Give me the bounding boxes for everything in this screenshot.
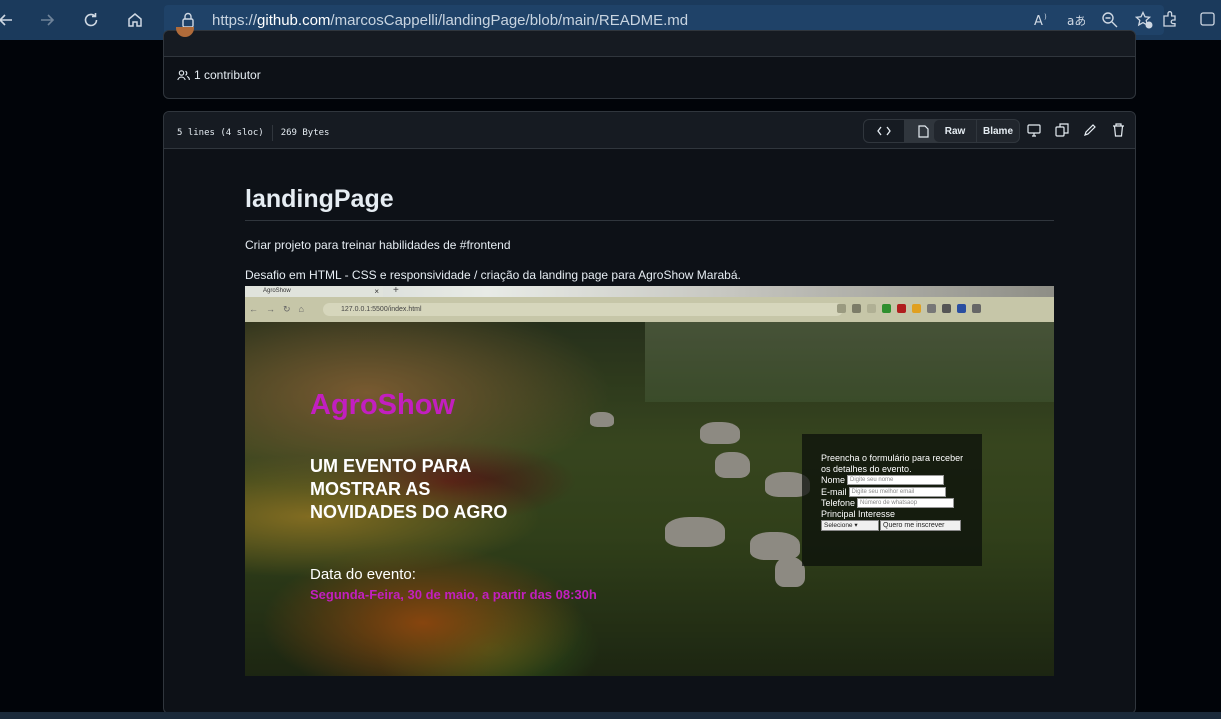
svg-text:A: A bbox=[1034, 14, 1043, 28]
screenshot-tab-close: × bbox=[374, 287, 379, 296]
blame-button[interactable]: Blame bbox=[976, 120, 1019, 142]
readme-title: landingPage bbox=[245, 185, 1054, 221]
delete-icon[interactable] bbox=[1110, 122, 1126, 138]
file-viewer: 5 lines (4 sloc) 269 Bytes Raw Blame lan… bbox=[163, 111, 1136, 714]
contributors-label: 1 contributor bbox=[194, 68, 261, 82]
people-icon bbox=[177, 69, 190, 80]
collections-icon[interactable] bbox=[1198, 10, 1218, 28]
screenshot-url: 127.0.0.1:5500/index.html bbox=[323, 303, 843, 316]
form-intro: Preencha o formulário para receber os de… bbox=[821, 453, 964, 474]
event-date-value: Segunda-Feira, 30 de maio, a partir das … bbox=[310, 587, 597, 602]
favorite-icon[interactable] bbox=[1134, 11, 1154, 29]
screenshot-extension-icons bbox=[837, 304, 981, 313]
extensions-icon[interactable] bbox=[1160, 10, 1180, 28]
commit-strip bbox=[164, 27, 1135, 57]
email-field: Digite seu melhor email bbox=[848, 486, 946, 497]
zoom-icon[interactable] bbox=[1100, 11, 1120, 29]
url-text[interactable]: https://github.com/marcosCappelli/landin… bbox=[212, 12, 688, 29]
readme-paragraph-1: Criar projeto para treinar habilidades d… bbox=[245, 238, 511, 252]
phone-field: Número de whatsaop bbox=[857, 498, 955, 509]
event-date-label: Data do evento: bbox=[310, 566, 416, 583]
divider bbox=[271, 125, 273, 141]
code-view-icon[interactable] bbox=[864, 120, 904, 142]
screenshot-tab: AgroShow × bbox=[245, 286, 383, 297]
raw-blame-group: Raw Blame bbox=[933, 119, 1020, 143]
screenshot-tabstrip: AgroShow × + bbox=[245, 286, 1054, 297]
line-count: 5 lines (4 sloc) bbox=[177, 128, 264, 138]
refresh-icon[interactable] bbox=[77, 6, 105, 34]
screenshot-nav-icons: ←→↻⌂ bbox=[249, 304, 312, 314]
hero-headline: UM EVENTO PARA MOSTRAR AS NOVIDADES DO A… bbox=[310, 456, 508, 522]
github-page: 1 contributor 5 lines (4 sloc) 269 Bytes… bbox=[0, 27, 1221, 719]
svg-text:): ) bbox=[1044, 13, 1047, 21]
readme-paragraph-2: Desafio em HTML - CSS e responsividade /… bbox=[245, 268, 741, 282]
file-size: 269 Bytes bbox=[280, 128, 330, 138]
taskbar bbox=[0, 712, 1221, 719]
signup-form: Preencha o formulário para receber os de… bbox=[802, 434, 982, 566]
edit-icon[interactable] bbox=[1082, 122, 1098, 138]
name-label: Nome bbox=[821, 475, 846, 485]
brand-title: AgroShow bbox=[310, 389, 455, 421]
name-field: Digite seu nome bbox=[847, 475, 945, 486]
svg-text:aあ: aあ bbox=[1067, 14, 1085, 28]
phone-label: Telefone bbox=[821, 498, 856, 508]
contributors-link[interactable]: 1 contributor bbox=[177, 68, 261, 82]
email-label: E-mail bbox=[821, 486, 847, 497]
readme-body: landingPage Criar projeto para treinar h… bbox=[245, 185, 1054, 282]
interest-select: Selecione ▾ bbox=[821, 520, 879, 531]
desktop-icon[interactable] bbox=[1026, 122, 1042, 138]
copy-icon[interactable] bbox=[1054, 122, 1070, 138]
avatar[interactable] bbox=[176, 27, 194, 37]
screenshot-addressbar: ←→↻⌂ 127.0.0.1:5500/index.html bbox=[245, 297, 1054, 322]
subscribe-button: Quero me inscrever bbox=[880, 520, 961, 531]
screenshot-tab-title: AgroShow bbox=[263, 288, 291, 294]
translate-icon[interactable]: aあ bbox=[1066, 11, 1086, 29]
back-icon[interactable] bbox=[0, 6, 20, 34]
contributors-box: 1 contributor bbox=[163, 27, 1136, 99]
interest-label: Principal Interesse bbox=[821, 508, 896, 519]
embedded-screenshot: AgroShow × + ←→↻⌂ 127.0.0.1:5500/index.h… bbox=[245, 286, 1054, 676]
home-icon[interactable] bbox=[121, 6, 149, 34]
forward-icon[interactable] bbox=[33, 6, 61, 34]
landing-page-hero: AgroShow UM EVENTO PARA MOSTRAR AS NOVID… bbox=[245, 322, 1054, 676]
raw-button[interactable]: Raw bbox=[934, 120, 976, 142]
file-header: 5 lines (4 sloc) 269 Bytes Raw Blame bbox=[164, 112, 1135, 149]
view-toggle bbox=[863, 119, 944, 143]
screenshot-new-tab: + bbox=[393, 286, 399, 296]
read-aloud-icon[interactable]: A) bbox=[1032, 11, 1052, 29]
